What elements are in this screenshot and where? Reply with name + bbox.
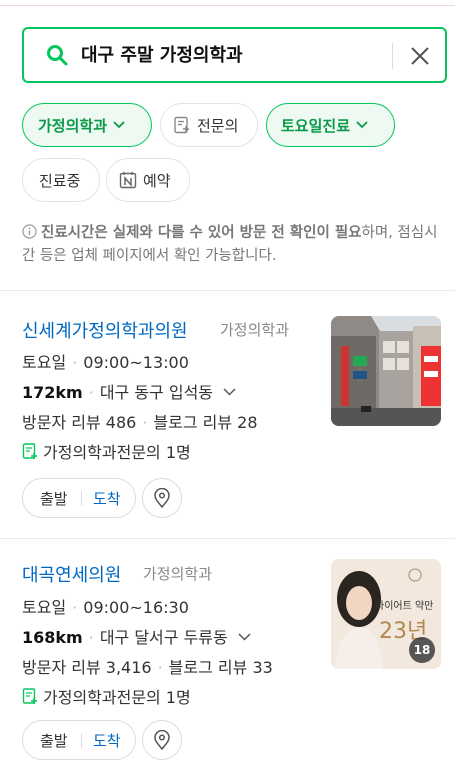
filter-reserve-label: 예약 bbox=[143, 171, 171, 190]
open-hours: 09:00~16:30 bbox=[83, 598, 189, 617]
specialist-line: 가정의학과전문의 1명 bbox=[22, 684, 191, 708]
open-day: 토요일 bbox=[22, 353, 67, 372]
notice-bold: 진료시간은 실제와 다를 수 있어 방문 전 확인이 필요 bbox=[41, 225, 362, 241]
location-line[interactable]: 168km · 대구 달서구 두류동 bbox=[22, 624, 251, 648]
top-border bbox=[0, 0, 455, 6]
result-card: 대곡연세의원 가정의학과 토요일 · 09:00~16:30 168km · 대구 달서… bbox=[0, 538, 455, 764]
place-category: 가정의학과 bbox=[220, 321, 290, 339]
address: 대구 동구 입석동 bbox=[99, 383, 214, 402]
specialist-icon bbox=[22, 687, 37, 704]
filter-specialty-label: 가정의학과 bbox=[38, 116, 108, 135]
depart-button[interactable]: 출발 bbox=[40, 488, 68, 509]
address: 대구 달서구 두류동 bbox=[99, 628, 228, 647]
blog-reviews[interactable]: 블로그 리뷰 33 bbox=[169, 658, 273, 677]
specialist-icon bbox=[174, 116, 189, 134]
filter-reserve[interactable]: 예약 bbox=[106, 158, 190, 202]
search-icon bbox=[47, 45, 68, 66]
place-photo[interactable] bbox=[331, 316, 441, 426]
specialist-count: 가정의학과전문의 1명 bbox=[43, 443, 191, 462]
search-bar[interactable]: 대구 주말 가정의학과 bbox=[22, 27, 447, 83]
hours-notice: 진료시간은 실제와 다를 수 있어 방문 전 확인이 필요하며, 점심시간 등은… bbox=[22, 222, 442, 268]
search-divider bbox=[392, 43, 393, 69]
filter-specialist[interactable]: 전문의 bbox=[160, 103, 258, 147]
chevron-down-icon bbox=[113, 121, 125, 129]
filter-open-now[interactable]: 진료중 bbox=[22, 158, 100, 202]
chevron-down-icon bbox=[223, 388, 236, 396]
map-pin-button[interactable] bbox=[142, 478, 182, 518]
place-name[interactable]: 대곡연세의원 bbox=[22, 561, 121, 587]
filter-saturday-label: 토요일진료 bbox=[281, 116, 351, 135]
route-separator bbox=[81, 491, 82, 506]
map-pin-icon bbox=[154, 730, 170, 750]
specialist-count: 가정의학과전문의 1명 bbox=[43, 688, 191, 707]
open-day: 토요일 bbox=[22, 598, 67, 617]
filter-saturday[interactable]: 토요일진료 bbox=[266, 103, 395, 147]
result-card: 신세계가정의학과의원 가정의학과 토요일 · 09:00~13:00 172km · 대… bbox=[0, 290, 455, 538]
search-query[interactable]: 대구 주말 가정의학과 bbox=[81, 44, 243, 68]
hours-line: 토요일 · 09:00~16:30 bbox=[22, 598, 189, 617]
info-icon bbox=[22, 224, 37, 239]
filter-open-now-label: 진료중 bbox=[39, 171, 81, 190]
place-photo[interactable]: 다이어트 약만 23년 18 bbox=[331, 559, 441, 669]
location-line[interactable]: 172km · 대구 동구 입석동 bbox=[22, 379, 236, 403]
photo-count-badge: 18 bbox=[409, 637, 435, 663]
specialist-line: 가정의학과전문의 1명 bbox=[22, 439, 191, 463]
chevron-down-icon bbox=[356, 121, 368, 129]
reviews-line: 방문자 리뷰 3,416 · 블로그 리뷰 33 bbox=[22, 658, 273, 677]
reviews-line: 방문자 리뷰 486 · 블로그 리뷰 28 bbox=[22, 413, 258, 432]
ad-caption: 다이어트 약만 bbox=[375, 601, 434, 612]
chevron-down-icon bbox=[238, 633, 251, 641]
visitor-reviews[interactable]: 방문자 리뷰 3,416 bbox=[22, 658, 152, 677]
close-icon[interactable] bbox=[407, 43, 433, 69]
calendar-n-icon bbox=[119, 172, 137, 189]
arrive-button[interactable]: 도착 bbox=[93, 488, 121, 509]
map-pin-button[interactable] bbox=[142, 720, 182, 760]
route-buttons: 출발 도착 bbox=[22, 478, 136, 518]
map-pin-icon bbox=[154, 488, 170, 508]
arrive-button[interactable]: 도착 bbox=[93, 730, 121, 751]
open-hours: 09:00~13:00 bbox=[83, 353, 189, 372]
distance: 168km bbox=[22, 628, 83, 647]
place-category: 가정의학과 bbox=[143, 565, 213, 583]
hours-line: 토요일 · 09:00~13:00 bbox=[22, 353, 189, 372]
specialist-icon bbox=[22, 442, 37, 459]
street-photo-image bbox=[331, 316, 441, 426]
visitor-reviews[interactable]: 방문자 리뷰 486 bbox=[22, 413, 136, 432]
place-name[interactable]: 신세계가정의학과의원 bbox=[22, 317, 188, 343]
filter-specialty[interactable]: 가정의학과 bbox=[22, 103, 152, 147]
route-buttons: 출발 도착 bbox=[22, 720, 136, 760]
depart-button[interactable]: 출발 bbox=[40, 730, 68, 751]
filter-specialist-label: 전문의 bbox=[197, 116, 239, 135]
distance: 172km bbox=[22, 383, 83, 402]
route-separator bbox=[81, 733, 82, 748]
blog-reviews[interactable]: 블로그 리뷰 28 bbox=[153, 413, 257, 432]
